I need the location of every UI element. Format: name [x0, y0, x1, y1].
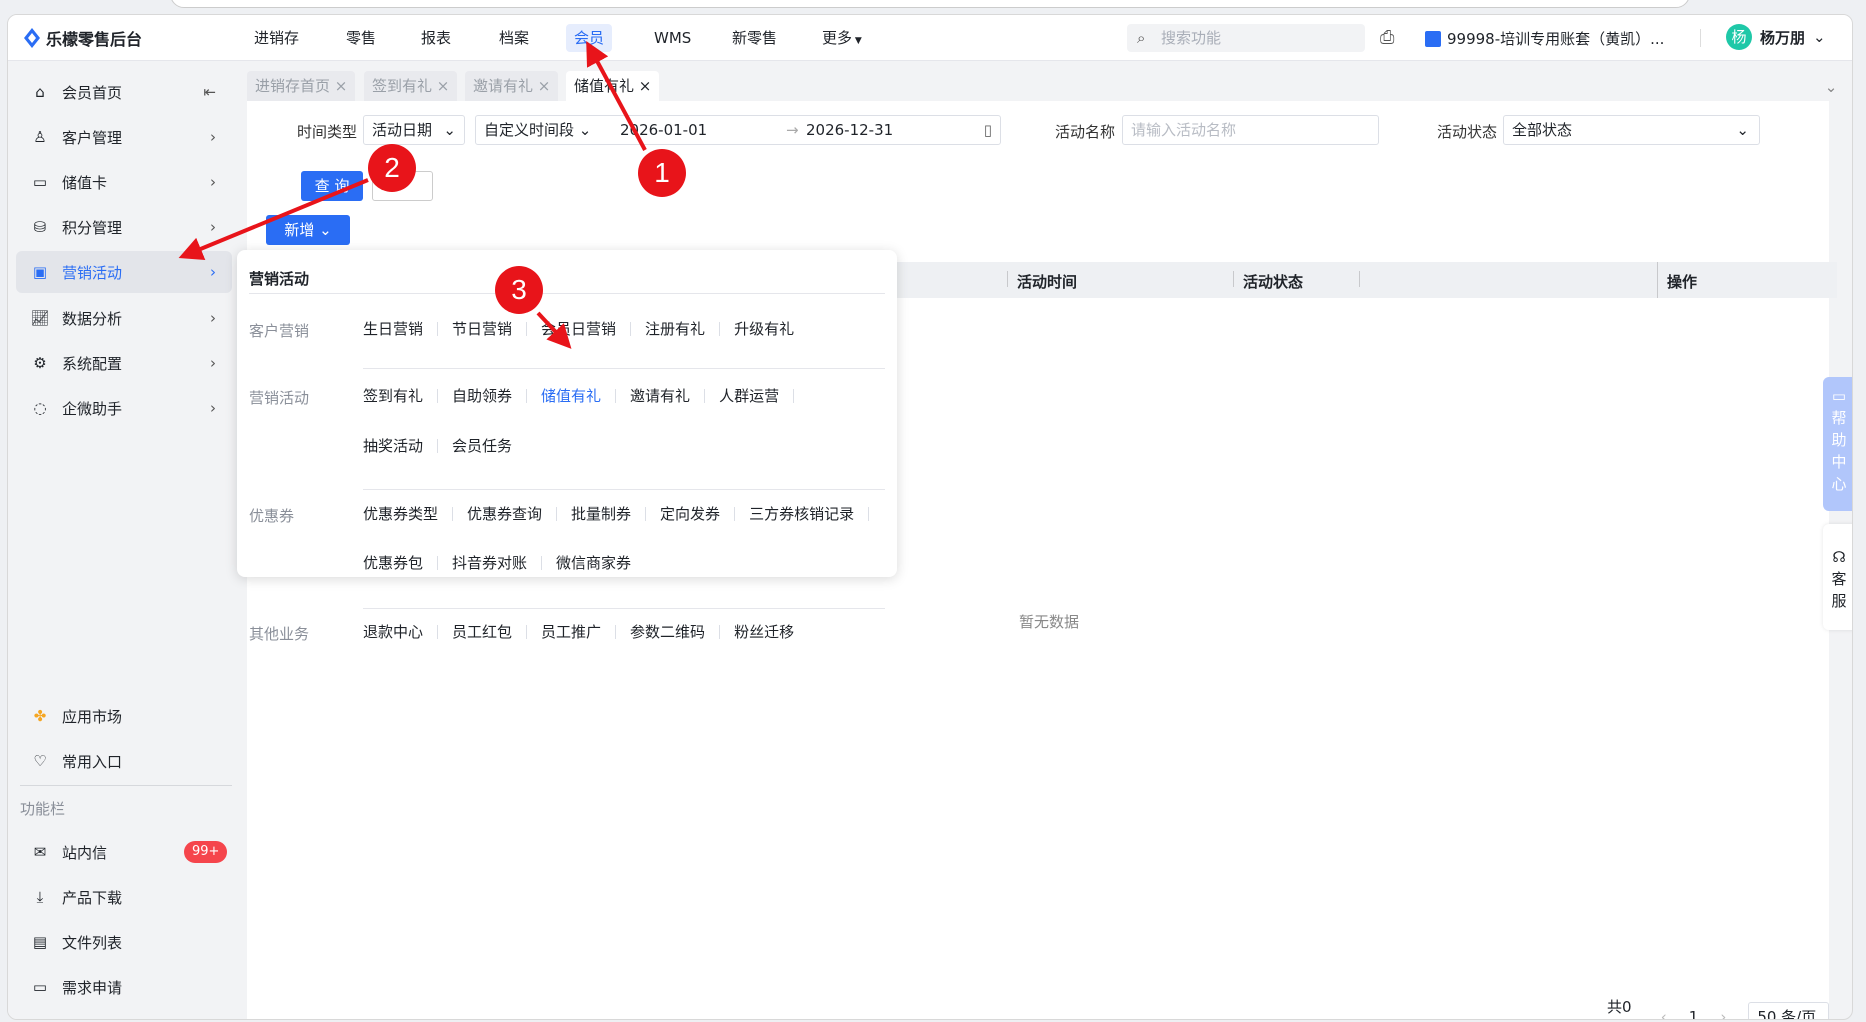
- annotation-layer: [178, 40, 647, 349]
- annotation-arrow-2: [178, 178, 369, 260]
- annotation-arrow-1: [586, 40, 647, 151]
- annotation-marker-3: 3: [495, 266, 543, 314]
- annotation-marker-2: 2: [368, 144, 416, 192]
- annotation-arrow-3: [536, 311, 572, 349]
- annotation-marker-1: 1: [638, 149, 686, 197]
